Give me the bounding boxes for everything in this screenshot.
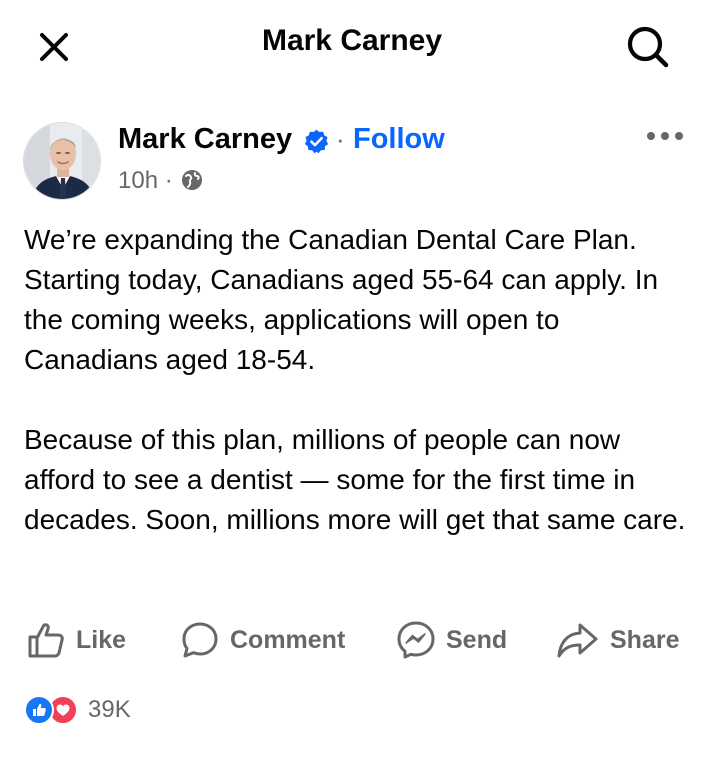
- globe-icon: [180, 168, 204, 192]
- post-paragraph: Because of this plan, millions of people…: [24, 424, 686, 535]
- post-text: We’re expanding the Canadian Dental Care…: [24, 220, 688, 540]
- avatar[interactable]: [23, 122, 101, 200]
- reactions-summary[interactable]: 39K: [24, 692, 131, 728]
- more-icon[interactable]: [644, 124, 686, 148]
- messenger-icon: [397, 621, 435, 659]
- reaction-count: 39K: [88, 696, 131, 723]
- action-bar: Like Comment Send Share: [0, 612, 704, 668]
- search-icon[interactable]: [624, 23, 672, 71]
- name-separator: ·: [336, 124, 345, 154]
- close-icon[interactable]: [34, 27, 74, 67]
- like-icon: [28, 623, 64, 658]
- share-icon: [557, 623, 598, 658]
- post-timestamp[interactable]: 10h ·: [118, 167, 173, 195]
- post-page: Mark Carney Mark Carney · Follow 10h · W…: [0, 0, 704, 767]
- author-name[interactable]: Mark Carney: [118, 123, 292, 156]
- like-label: Like: [76, 625, 127, 654]
- comment-label: Comment: [230, 625, 346, 654]
- comment-button[interactable]: Comment: [180, 612, 345, 668]
- like-button[interactable]: Like: [26, 612, 126, 668]
- comment-icon: [182, 622, 218, 658]
- top-bar: Mark Carney: [0, 0, 704, 92]
- post-paragraph: We’re expanding the Canadian Dental Care…: [24, 224, 659, 375]
- share-button[interactable]: Share: [556, 612, 679, 668]
- verified-badge-icon: [303, 128, 330, 155]
- page-title: Mark Carney: [261, 24, 443, 57]
- send-button[interactable]: Send: [396, 612, 507, 668]
- like-reaction-icon: [24, 695, 54, 725]
- share-label: Share: [610, 625, 680, 654]
- send-label: Send: [446, 625, 508, 654]
- follow-button[interactable]: Follow: [353, 123, 445, 156]
